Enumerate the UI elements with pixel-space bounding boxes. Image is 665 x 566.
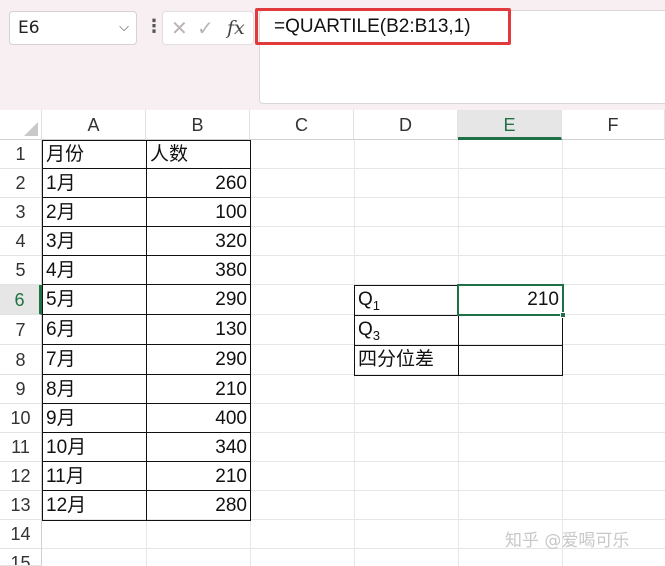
column-header-b[interactable]: B	[146, 110, 250, 140]
watermark: 知乎 @爱喝可乐	[505, 531, 630, 551]
row-header-2[interactable]: 2	[0, 169, 42, 198]
row-header-4[interactable]: 4	[0, 227, 42, 256]
chevron-down-icon[interactable]: ⌵	[116, 12, 132, 44]
enter-icon[interactable]: ✓	[197, 12, 214, 44]
active-cell-selection	[457, 284, 564, 316]
column-header-d[interactable]: D	[354, 110, 458, 140]
row-header-8[interactable]: 8	[0, 345, 42, 375]
cell-b2[interactable]: 260	[146, 169, 250, 198]
column-header-c[interactable]: C	[250, 110, 354, 140]
cell-b1[interactable]: 人数	[146, 140, 250, 169]
row-header-6[interactable]: 6	[0, 285, 42, 315]
cell-a10[interactable]: 9月	[42, 404, 146, 433]
q3-label: Q	[358, 319, 373, 340]
cell-a12[interactable]: 11月	[42, 462, 146, 491]
row-header-14[interactable]: 14	[0, 520, 42, 549]
cell-b8[interactable]: 290	[146, 345, 250, 375]
row-header-3[interactable]: 3	[0, 198, 42, 227]
row-header-12[interactable]: 12	[0, 462, 42, 491]
column-header-f[interactable]: F	[562, 110, 665, 140]
formula-buttons: ✕ ✓ fx	[162, 11, 254, 45]
select-all-icon	[24, 122, 38, 136]
row-header-11[interactable]: 11	[0, 433, 42, 462]
cell-b5[interactable]: 380	[146, 256, 250, 285]
cell-a5[interactable]: 4月	[42, 256, 146, 285]
cell-b3[interactable]: 100	[146, 198, 250, 227]
name-box-value: E6	[18, 18, 40, 38]
row-header-1[interactable]: 1	[0, 140, 42, 169]
cell-a6[interactable]: 5月	[42, 285, 146, 315]
row-header-13[interactable]: 13	[0, 491, 42, 520]
cell-a1[interactable]: 月份	[42, 140, 146, 169]
column-header-e[interactable]: E	[458, 110, 562, 140]
cell-a3[interactable]: 2月	[42, 198, 146, 227]
cell-a13[interactable]: 12月	[42, 491, 146, 520]
cell-b10[interactable]: 400	[146, 404, 250, 433]
cell-b7[interactable]: 130	[146, 315, 250, 345]
row-header-9[interactable]: 9	[0, 375, 42, 404]
cell-b4[interactable]: 320	[146, 227, 250, 256]
cell-a9[interactable]: 8月	[42, 375, 146, 404]
name-box[interactable]: E6 ⌵	[9, 11, 137, 45]
row-header-10[interactable]: 10	[0, 404, 42, 433]
insert-function-icon[interactable]: fx	[227, 12, 245, 44]
select-all-corner[interactable]	[0, 110, 42, 140]
more-options-icon[interactable]: ⋮	[145, 13, 163, 43]
cell-a11[interactable]: 10月	[42, 433, 146, 462]
cell-e7[interactable]	[458, 315, 562, 345]
column-header-a[interactable]: A	[42, 110, 146, 140]
cell-b11[interactable]: 340	[146, 433, 250, 462]
row-header-5[interactable]: 5	[0, 256, 42, 285]
cell-d6[interactable]: Q1	[354, 285, 458, 315]
q1-label: Q	[358, 289, 373, 310]
formula-text-highlight[interactable]: =QUARTILE(B2:B13,1)	[255, 8, 511, 45]
cell-a7[interactable]: 6月	[42, 315, 146, 345]
cell-b13[interactable]: 280	[146, 491, 250, 520]
cell-a4[interactable]: 3月	[42, 227, 146, 256]
fill-handle[interactable]	[560, 312, 566, 318]
cell-b12[interactable]: 210	[146, 462, 250, 491]
cell-a8[interactable]: 7月	[42, 345, 146, 375]
cell-d7[interactable]: Q3	[354, 315, 458, 345]
cell-e8[interactable]	[458, 345, 562, 375]
cancel-icon[interactable]: ✕	[171, 12, 188, 44]
cell-b9[interactable]: 210	[146, 375, 250, 404]
cell-a2[interactable]: 1月	[42, 169, 146, 198]
cell-d8[interactable]: 四分位差	[354, 345, 458, 375]
cell-b6[interactable]: 290	[146, 285, 250, 315]
q1-subscript: 1	[372, 298, 381, 313]
row-header-15[interactable]: 15	[0, 549, 42, 566]
q3-subscript: 3	[372, 328, 381, 343]
row-header-7[interactable]: 7	[0, 315, 42, 345]
